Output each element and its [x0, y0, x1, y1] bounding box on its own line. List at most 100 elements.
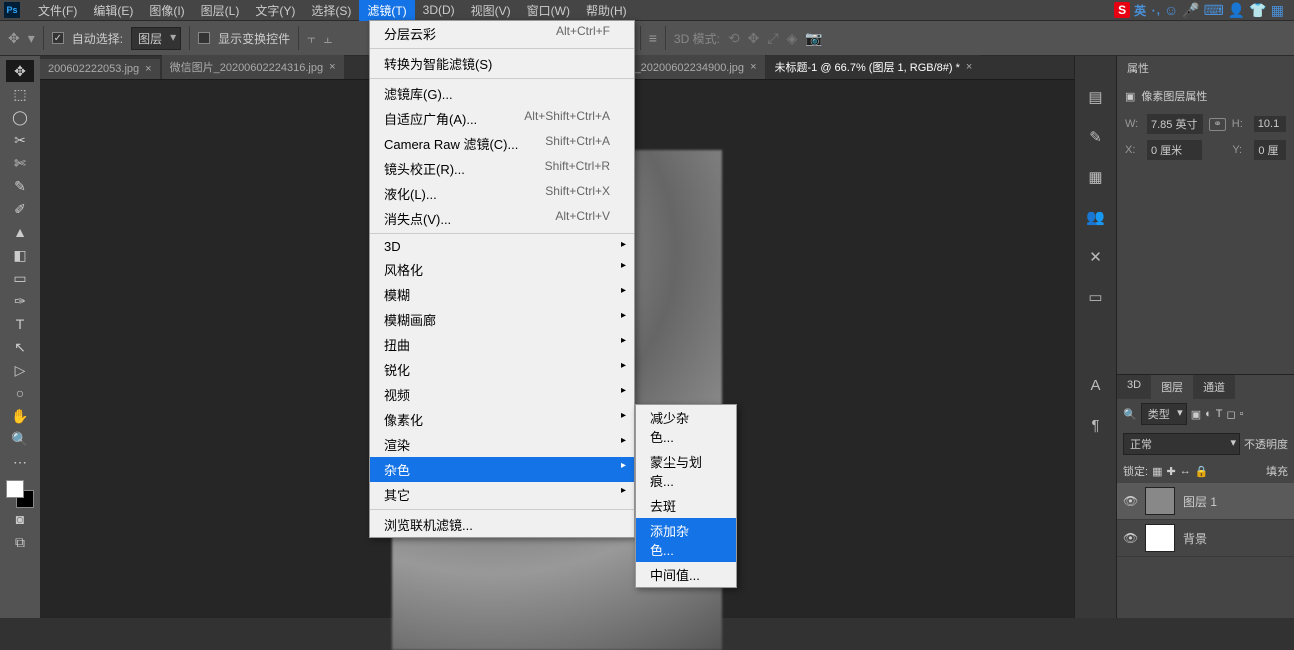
x-value[interactable]: 0 厘米	[1147, 140, 1202, 160]
filter-other[interactable]: 其它	[370, 482, 634, 507]
shape-tool[interactable]: ○	[6, 382, 34, 404]
zoom-tool[interactable]: 🔍	[6, 428, 34, 450]
pen-tool[interactable]: ✑	[6, 290, 34, 312]
move-tool[interactable]: ✥	[6, 60, 34, 82]
show-transform-checkbox[interactable]	[198, 32, 210, 44]
layer-name[interactable]: 背景	[1183, 530, 1207, 547]
noise-median[interactable]: 中间值...	[636, 562, 736, 587]
doc-tab[interactable]: 200602222053.jpg×	[40, 59, 160, 79]
link-icon[interactable]: ⚭	[1209, 118, 1225, 131]
filter-pixel-icon[interactable]: ▣	[1191, 408, 1201, 421]
noise-dust[interactable]: 蒙尘与划痕...	[636, 449, 736, 493]
screen-mode[interactable]: ⧉	[6, 531, 34, 553]
filter-sharpen[interactable]: 锐化	[370, 357, 634, 382]
align-2-icon[interactable]: ⫠	[324, 30, 332, 47]
filter-camera-raw[interactable]: Camera Raw 滤镜(C)...Shift+Ctrl+A	[370, 131, 634, 156]
eraser-tool[interactable]: ◧	[6, 244, 34, 266]
marquee-tool[interactable]: ⬚	[6, 83, 34, 105]
align-1-icon[interactable]: ⫟	[307, 30, 315, 47]
menu-edit[interactable]: 编辑(E)	[85, 0, 141, 21]
swatches-icon[interactable]: ▦	[1085, 166, 1107, 188]
ime-lang[interactable]: 英	[1134, 2, 1146, 19]
properties-tab[interactable]: 属性	[1117, 56, 1159, 80]
filter-smart[interactable]: 转换为智能滤镜(S)	[370, 51, 634, 76]
character-icon[interactable]: 👥	[1085, 206, 1107, 228]
hand-tool[interactable]: ✋	[6, 405, 34, 427]
layer-row[interactable]: 👁 图层 1	[1117, 483, 1294, 520]
ime-mic-icon[interactable]: 🎤	[1182, 2, 1199, 19]
menu-image[interactable]: 图像(I)	[141, 0, 192, 21]
gradient-tool[interactable]: ▭	[6, 267, 34, 289]
menu-help[interactable]: 帮助(H)	[578, 0, 635, 21]
menu-window[interactable]: 窗口(W)	[519, 0, 578, 21]
ime-shirt-icon[interactable]: 👕	[1249, 2, 1266, 19]
ime-grid-icon[interactable]: ▦	[1271, 2, 1284, 19]
w-value[interactable]: 7.85 英寸	[1147, 114, 1203, 134]
menu-3d[interactable]: 3D(D)	[415, 1, 463, 19]
filter-pixelate[interactable]: 像素化	[370, 407, 634, 432]
filter-browse[interactable]: 浏览联机滤镜...	[370, 512, 634, 537]
filter-distort[interactable]: 扭曲	[370, 332, 634, 357]
filter-3d[interactable]: 3D	[370, 236, 634, 257]
layer-filter-kind[interactable]: 类型	[1141, 403, 1187, 425]
type-a-icon[interactable]: A	[1085, 374, 1107, 396]
more-tools[interactable]: ⋯	[6, 451, 34, 473]
menu-type[interactable]: 文字(Y)	[247, 0, 303, 21]
color-swatches[interactable]	[6, 480, 34, 508]
tools-icon[interactable]: ✕	[1085, 246, 1107, 268]
y-value[interactable]: 0 厘	[1254, 140, 1286, 160]
filter-lens[interactable]: 镜头校正(R)...Shift+Ctrl+R	[370, 156, 634, 181]
filter-adjust-icon[interactable]: ◐	[1205, 408, 1212, 420]
menu-filter[interactable]: 滤镜(T)	[359, 0, 414, 21]
close-icon[interactable]: ×	[966, 61, 972, 73]
lock-all-icon[interactable]: 🔒	[1195, 465, 1209, 478]
doc-tab-active[interactable]: 未标题-1 @ 66.7% (图层 1, RGB/8#) *×	[767, 55, 981, 79]
sogou-ime-icon[interactable]: S	[1114, 2, 1130, 18]
tab-channels[interactable]: 通道	[1193, 375, 1235, 399]
filter-shape-icon[interactable]: ◻	[1227, 408, 1236, 421]
path-tool[interactable]: ↖	[6, 336, 34, 358]
filter-noise[interactable]: 杂色	[370, 457, 634, 482]
crop-tool[interactable]: ✄	[6, 152, 34, 174]
layer-thumb[interactable]	[1145, 487, 1175, 515]
type-tool[interactable]: T	[6, 313, 34, 335]
close-icon[interactable]: ×	[329, 61, 335, 73]
layer-row[interactable]: 👁 背景	[1117, 520, 1294, 557]
noise-add[interactable]: 添加杂色...	[636, 518, 736, 562]
info-icon[interactable]: ▭	[1085, 286, 1107, 308]
history-icon[interactable]: ▤	[1085, 86, 1107, 108]
menu-file[interactable]: 文件(F)	[30, 0, 85, 21]
auto-select-checkbox[interactable]	[52, 32, 64, 44]
h-value[interactable]: 10.1	[1254, 116, 1286, 132]
ime-keyboard-icon[interactable]: ⌨	[1204, 2, 1224, 19]
eyedropper-tool[interactable]: ✎	[6, 175, 34, 197]
doc-tab[interactable]: 片_20200602234900.jpg×	[616, 55, 765, 79]
menu-view[interactable]: 视图(V)	[463, 0, 519, 21]
brush-tool[interactable]: ✐	[6, 198, 34, 220]
filter-smart-icon[interactable]: ▫	[1240, 408, 1244, 420]
ime-user-icon[interactable]: 👤	[1228, 2, 1245, 19]
distribute-3-icon[interactable]: ≡	[649, 30, 657, 46]
ime-punct-icon[interactable]: ٠,	[1150, 3, 1160, 17]
lock-pixels-icon[interactable]: ▦	[1152, 465, 1162, 478]
paragraph-icon[interactable]: ¶	[1085, 414, 1107, 436]
filter-blur[interactable]: 模糊	[370, 282, 634, 307]
doc-tab[interactable]: 微信图片_20200602224316.jpg×	[162, 55, 344, 79]
noise-reduce[interactable]: 减少杂色...	[636, 405, 736, 449]
blend-mode[interactable]: 正常	[1123, 433, 1240, 455]
close-icon[interactable]: ×	[750, 61, 756, 73]
filter-vanishing[interactable]: 消失点(V)...Alt+Ctrl+V	[370, 206, 634, 231]
lock-artboard-icon[interactable]: ↔	[1180, 465, 1191, 477]
search-icon[interactable]: 🔍	[1123, 408, 1137, 421]
lock-position-icon[interactable]: ✚	[1166, 465, 1175, 478]
layer-name[interactable]: 图层 1	[1183, 493, 1217, 510]
direct-select-tool[interactable]: ▷	[6, 359, 34, 381]
filter-last[interactable]: 分层云彩Alt+Ctrl+F	[370, 21, 634, 46]
filter-blur-gallery[interactable]: 模糊画廊	[370, 307, 634, 332]
dropdown-icon[interactable]: ▾	[28, 30, 35, 47]
brush-icon[interactable]: ✎	[1085, 126, 1107, 148]
foreground-swatch[interactable]	[6, 480, 24, 498]
filter-video[interactable]: 视频	[370, 382, 634, 407]
quick-select-tool[interactable]: ✂	[6, 129, 34, 151]
ime-emoji-icon[interactable]: ☺	[1164, 2, 1178, 18]
